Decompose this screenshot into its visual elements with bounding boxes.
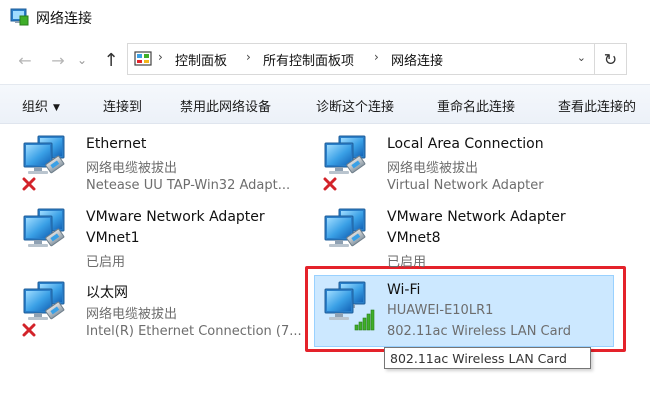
recent-locations-button[interactable]: ⌄ bbox=[75, 49, 89, 71]
diagnose-connection-button[interactable]: 诊断这个连接 bbox=[316, 96, 394, 115]
connection-status: 已启用 bbox=[387, 255, 427, 270]
connection-name: Ethernet bbox=[86, 136, 147, 152]
connection-name-line2: VMnet8 bbox=[387, 230, 441, 246]
up-arrow-icon: ↑ bbox=[103, 49, 119, 71]
caret-down-icon: ▼ bbox=[53, 103, 60, 113]
connection-adapter: Netease UU TAP-Win32 Adapt... bbox=[86, 178, 291, 193]
connection-adapter: 802.11ac Wireless LAN Card bbox=[387, 324, 571, 339]
back-button[interactable]: ← bbox=[14, 49, 36, 71]
refresh-button[interactable]: ↻ bbox=[595, 43, 627, 75]
connection-item-vmnet1[interactable]: VMware Network Adapter VMnet1 已启用 bbox=[18, 204, 308, 272]
address-dropdown-icon[interactable]: ⌄ bbox=[577, 51, 586, 64]
breadcrumb-separator: › bbox=[158, 50, 163, 64]
breadcrumb-control-panel[interactable]: 控制面板 bbox=[175, 50, 227, 69]
organize-label: 组织 bbox=[22, 100, 49, 115]
error-x-icon bbox=[22, 177, 36, 191]
connection-name-line2: VMnet1 bbox=[86, 230, 140, 246]
view-status-button[interactable]: 查看此连接的 bbox=[558, 96, 636, 115]
rename-connection-button[interactable]: 重命名此连接 bbox=[437, 96, 515, 115]
organize-menu-button[interactable]: 组织 ▼ bbox=[22, 96, 60, 115]
connection-name: VMware Network Adapter bbox=[387, 209, 566, 225]
error-x-icon bbox=[22, 323, 36, 337]
forward-button[interactable]: → bbox=[47, 49, 69, 71]
navigation-bar: ← → ⌄ ↑ › 控制面板 › 所有控制面板项 › 网络连接 ⌄ ↻ bbox=[0, 36, 650, 82]
forward-arrow-icon: → bbox=[51, 50, 65, 70]
network-adapter-icon bbox=[319, 204, 377, 262]
connection-status: 已启用 bbox=[86, 255, 126, 270]
connection-item-vmnet8[interactable]: VMware Network Adapter VMnet8 已启用 bbox=[319, 204, 619, 272]
connection-status: 网络电缆被拔出 bbox=[86, 307, 178, 322]
adapter-tooltip: 802.11ac Wireless LAN Card bbox=[384, 347, 591, 369]
connection-item-ethernet-cn[interactable]: 以太网 网络电缆被拔出 Intel(R) Ethernet Connection… bbox=[18, 277, 308, 345]
disable-device-button[interactable]: 禁用此网络设备 bbox=[180, 96, 271, 115]
control-panel-icon bbox=[134, 51, 152, 66]
connection-adapter: Intel(R) Ethernet Connection (7... bbox=[86, 324, 302, 339]
breadcrumb-separator: › bbox=[374, 50, 379, 64]
refresh-icon: ↻ bbox=[603, 49, 618, 69]
connection-name: Wi-Fi bbox=[387, 282, 421, 298]
breadcrumb-all-control-panel-items[interactable]: 所有控制面板项 bbox=[263, 50, 354, 69]
address-bar[interactable]: › 控制面板 › 所有控制面板项 › 网络连接 ⌄ bbox=[127, 43, 595, 75]
connection-adapter: Virtual Network Adapter bbox=[387, 178, 544, 193]
chevron-down-icon: ⌄ bbox=[76, 53, 88, 67]
window-title: 网络连接 bbox=[36, 11, 92, 27]
command-bar: 组织 ▼ 连接到 禁用此网络设备 诊断这个连接 重命名此连接 查看此连接的 bbox=[0, 84, 650, 124]
wifi-adapter-icon bbox=[319, 277, 375, 331]
network-adapter-icon bbox=[18, 204, 76, 262]
back-arrow-icon: ← bbox=[18, 50, 32, 70]
connection-status: 网络电缆被拔出 bbox=[387, 161, 479, 176]
connect-to-button[interactable]: 连接到 bbox=[103, 96, 142, 115]
error-x-icon bbox=[323, 177, 337, 191]
connection-name: 以太网 bbox=[86, 285, 128, 301]
connection-name: VMware Network Adapter bbox=[86, 209, 265, 225]
connection-status: 网络电缆被拔出 bbox=[86, 161, 178, 176]
connection-item-wifi[interactable]: Wi-Fi HUAWEI-E10LR1 802.11ac Wireless LA… bbox=[319, 277, 614, 345]
breadcrumb-network-connections[interactable]: 网络连接 bbox=[391, 50, 443, 69]
connection-network-ssid: HUAWEI-E10LR1 bbox=[387, 303, 494, 318]
network-connections-app-icon bbox=[10, 8, 29, 26]
up-button[interactable]: ↑ bbox=[100, 49, 122, 71]
connection-item-local-area-connection[interactable]: Local Area Connection 网络电缆被拔出 Virtual Ne… bbox=[319, 131, 619, 199]
connection-item-ethernet[interactable]: Ethernet 网络电缆被拔出 Netease UU TAP-Win32 Ad… bbox=[18, 131, 308, 199]
title-bar: 网络连接 bbox=[0, 0, 650, 36]
breadcrumb-separator: › bbox=[246, 50, 251, 64]
connection-name: Local Area Connection bbox=[387, 136, 544, 152]
